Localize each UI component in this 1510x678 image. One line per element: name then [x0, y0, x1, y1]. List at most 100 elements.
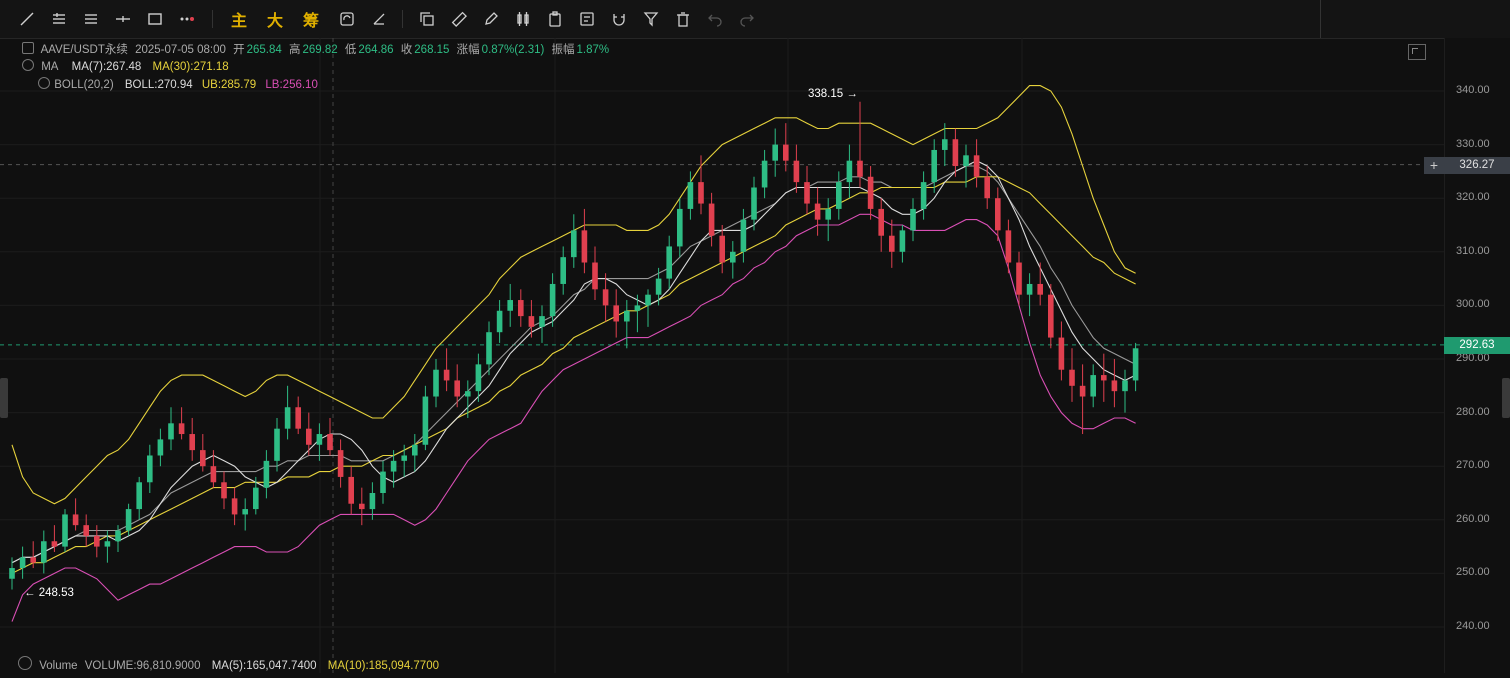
pencil-icon[interactable] [480, 8, 502, 30]
copy-icon[interactable] [416, 8, 438, 30]
candle-down [698, 182, 704, 204]
price-tick-label: 270.00 [1456, 459, 1490, 472]
open-label: 开 [233, 44, 245, 56]
candle-up [104, 541, 111, 547]
candle-down [295, 407, 301, 429]
candle-up [422, 396, 429, 445]
candle-up [496, 310, 503, 333]
price-tick-label: 330.00 [1456, 137, 1490, 150]
candle-down [210, 466, 217, 483]
candle-down [178, 423, 185, 435]
candle-up [899, 230, 906, 252]
candle-up [1122, 380, 1128, 392]
measure-icon[interactable] [368, 8, 390, 30]
candle-up [263, 460, 270, 488]
symbol-collapse-icon[interactable] [22, 42, 34, 54]
candle-down [337, 450, 344, 477]
candle-up [539, 316, 545, 327]
candle-down [359, 503, 365, 510]
candle-up [751, 187, 757, 220]
candle-up [401, 455, 407, 461]
price-tick-label: 240.00 [1456, 620, 1490, 632]
right-panel-toggle[interactable] [1502, 378, 1510, 418]
candle-up [730, 251, 736, 263]
candle-up [624, 310, 630, 322]
price-tick-label: 320.00 [1456, 191, 1490, 204]
parallel-lines-icon[interactable] [48, 8, 70, 30]
more-tools-icon[interactable] [176, 8, 198, 30]
candle-up [677, 208, 683, 247]
candle-up [634, 305, 641, 311]
ohlc-info-line: AAVE/USDT永续 2025-07-05 08:00 开 265.84 高 26… [22, 41, 613, 57]
candle-down [94, 535, 100, 547]
candle-down [1069, 369, 1075, 386]
toolbar-separator [402, 10, 403, 28]
candle-up [115, 530, 121, 542]
candle-up [390, 460, 397, 472]
boll-mid-value: BOLL:270.94 [124, 79, 193, 91]
trash-icon[interactable] [672, 8, 694, 30]
candle-down [200, 450, 206, 467]
boll-info-line: BOLL(20,2) BOLL:270.94 UB:285.79 LB:256.… [38, 77, 322, 91]
candle-down [793, 160, 800, 183]
left-panel-toggle[interactable] [0, 378, 8, 418]
boll-bell-icon[interactable] [38, 77, 50, 89]
candle-up [1026, 283, 1033, 295]
ma-bell-icon[interactable] [22, 59, 34, 71]
redo-icon[interactable] [736, 8, 758, 30]
rectangle-icon[interactable] [144, 8, 166, 30]
candle-up [963, 155, 969, 167]
candle-up [433, 369, 439, 397]
price-tick-label: 340.00 [1456, 84, 1490, 96]
candle-up [486, 332, 492, 365]
filter-icon[interactable] [640, 8, 662, 30]
undo-icon[interactable] [704, 8, 726, 30]
candlestick-chart[interactable] [0, 38, 1444, 673]
ruler-icon[interactable] [448, 8, 470, 30]
horizontal-ray-icon[interactable] [112, 8, 134, 30]
add-alert-plus-icon[interactable]: + [1424, 156, 1444, 174]
candle-up [412, 444, 418, 456]
price-tick-label: 300.00 [1456, 298, 1490, 311]
candle-up [549, 283, 556, 317]
candle-down [1005, 230, 1012, 263]
mode-main-button[interactable]: 主 [228, 8, 250, 30]
candle-up [645, 294, 651, 306]
candle-down [889, 235, 895, 252]
candle-down [592, 262, 598, 290]
candle-up [560, 257, 566, 284]
candle-up [761, 160, 768, 188]
trend-line-icon[interactable] [16, 8, 38, 30]
fullscreen-icon[interactable] [1408, 44, 1426, 60]
drawing-toolbar: 主 大 筹 [0, 0, 1510, 39]
price-tick-label: 250.00 [1456, 566, 1490, 579]
candle-down [1048, 294, 1054, 338]
price-chart[interactable] [0, 38, 1444, 673]
clipboard-icon[interactable] [544, 8, 566, 30]
candle-down [518, 300, 524, 317]
magnet-icon[interactable] [608, 8, 630, 30]
candle-down [719, 235, 725, 263]
mode-large-button[interactable]: 大 [264, 8, 286, 30]
edit-note-icon[interactable] [576, 8, 598, 30]
boll-label: BOLL(20,2) [54, 79, 114, 91]
low-price-annotation: ← 248.53 [24, 587, 74, 600]
low-label: 低 [344, 44, 357, 56]
candle-up [19, 557, 26, 569]
horizontal-lines-icon[interactable] [80, 8, 102, 30]
candles-icon[interactable] [512, 8, 534, 30]
candle-up [931, 149, 937, 183]
candle-down [221, 482, 227, 499]
volume-info-line: Volume VOLUME:96,810.9000 MA(5):165,047.… [18, 656, 443, 672]
high-value: 269.82 [302, 44, 338, 56]
volume-collapse-icon[interactable] [18, 656, 32, 670]
candle-down [581, 230, 588, 263]
candle-up [475, 364, 482, 392]
candle-up [284, 407, 291, 429]
sync-icon[interactable] [336, 8, 358, 30]
mode-chips-button[interactable]: 筹 [300, 8, 322, 30]
candle-up [125, 509, 132, 531]
candle-down [30, 557, 36, 563]
candle-down [878, 208, 884, 236]
volume-ma5-value: MA(5):165,047.7400 [211, 660, 317, 672]
